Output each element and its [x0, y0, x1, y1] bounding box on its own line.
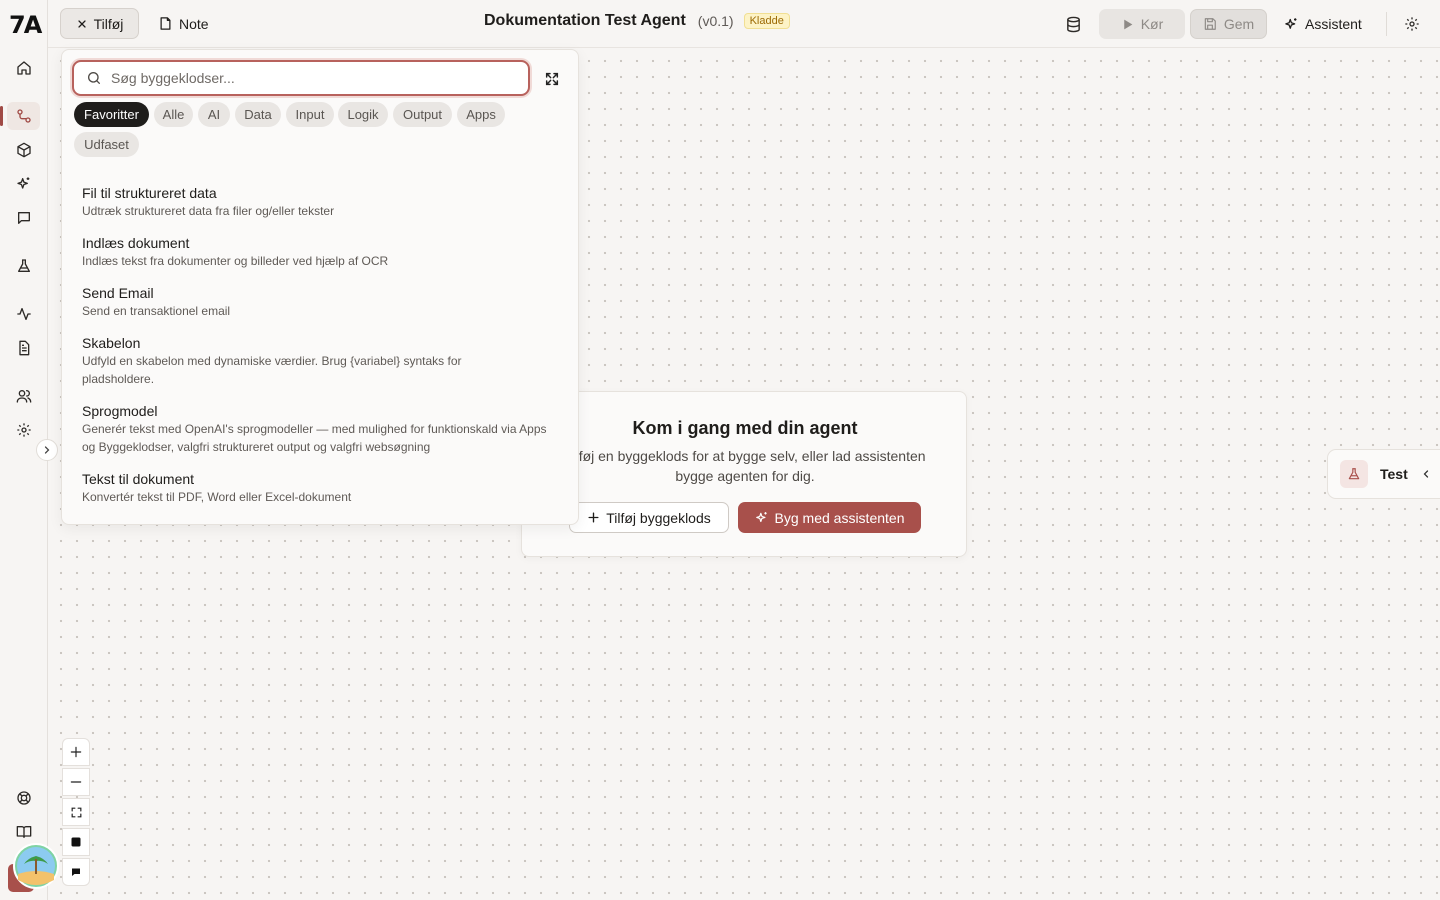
lock-button[interactable] [62, 828, 90, 856]
book-icon[interactable] [12, 820, 36, 844]
sparkles-icon [755, 511, 769, 525]
database-icon[interactable] [1061, 12, 1085, 36]
chat-icon[interactable] [12, 206, 36, 230]
flask-icon[interactable] [12, 254, 36, 278]
block-description: Konvertér tekst til PDF, Word eller Exce… [82, 490, 352, 504]
user-avatar[interactable] [8, 842, 60, 894]
expand-panel-icon[interactable] [542, 69, 562, 89]
version-label: (v0.1) [697, 13, 734, 29]
flask-icon [1340, 460, 1368, 488]
users-icon[interactable] [12, 384, 36, 408]
list-item[interactable]: Indlæs dokument Indlæs tekst fra dokumen… [82, 234, 562, 270]
top-bar: Tilføj Note Dokumentation Test Agent (v0… [48, 0, 1440, 48]
help-icon[interactable] [12, 786, 36, 810]
list-item[interactable]: Sprogmodel Generér tekst med OpenAI's sp… [82, 402, 562, 456]
page-title[interactable]: Dokumentation Test Agent [484, 12, 686, 30]
add-block-label: Tilføj byggeklods [606, 509, 711, 526]
note-button[interactable]: Note [152, 8, 215, 39]
assistant-button[interactable]: Assistent [1278, 9, 1368, 39]
test-panel-tab[interactable]: Test [1327, 449, 1440, 499]
test-label: Test [1380, 466, 1408, 482]
search-box[interactable] [72, 60, 530, 96]
filter-chip-data[interactable]: Data [235, 102, 281, 127]
block-title: Tekst til dokument [82, 471, 195, 487]
filter-chip-output[interactable]: Output [393, 102, 452, 127]
document-icon[interactable] [12, 336, 36, 360]
status-badge: Kladde [743, 13, 790, 29]
block-title: Send Email [82, 285, 154, 301]
zoom-in-button[interactable] [62, 738, 90, 766]
block-description: Generér tekst med OpenAI's sprogmodeller… [82, 422, 547, 454]
getting-started-description: Tilføj en byggeklods for at bygge selv, … [564, 448, 926, 484]
minimap-button[interactable] [62, 858, 90, 886]
chevron-left-icon [1420, 468, 1432, 480]
zoom-out-button[interactable] [62, 768, 90, 796]
plus-icon [587, 511, 600, 524]
cube-icon[interactable] [12, 138, 36, 162]
block-description: Udtræk struktureret data fra filer og/el… [82, 204, 335, 218]
agent-title: Dokumentation Test Agent (v0.1) Kladde [484, 12, 790, 30]
block-title: Skabelon [82, 335, 141, 351]
save-button[interactable]: Gem [1190, 9, 1267, 39]
search-icon [86, 70, 102, 86]
add-label: Tilføj [93, 15, 124, 32]
expand-sidebar-button[interactable] [36, 439, 58, 461]
block-search-panel: Favoritter Alle AI Data Input Logik Outp… [61, 49, 579, 525]
block-title: Fil til struktureret data [82, 185, 217, 201]
build-with-assistant-button[interactable]: Byg med assistenten [738, 502, 921, 533]
fit-view-button[interactable] [62, 798, 90, 826]
sparkles-icon[interactable] [12, 172, 36, 196]
note-icon [158, 16, 173, 31]
filter-chip-favoritter[interactable]: Favoritter [74, 102, 149, 127]
save-label: Gem [1223, 16, 1255, 32]
block-title: Indlæs dokument [82, 235, 190, 251]
sparkles-icon [1284, 17, 1299, 32]
list-item[interactable]: Skabelon Udfyld en skabelon med dynamisk… [82, 334, 562, 388]
play-icon [1121, 18, 1134, 31]
app-logo[interactable]: 7A [9, 12, 42, 38]
list-item[interactable]: Fil til struktureret data Udtræk struktu… [82, 184, 562, 220]
filter-chip-logik[interactable]: Logik [338, 102, 388, 127]
close-icon [76, 18, 88, 30]
run-label: Kør [1140, 16, 1164, 32]
filter-chip-udfaset[interactable]: Udfaset [74, 132, 139, 157]
block-description: Send en transaktionel email [82, 304, 231, 318]
block-title: Sprogmodel [82, 403, 158, 419]
block-description: Udfyld en skabelon med dynamiske værdier… [82, 354, 462, 386]
list-item[interactable]: Send Email Send en transaktionel email [82, 284, 562, 320]
settings-icon[interactable] [12, 418, 36, 442]
build-label: Byg med assistenten [774, 509, 905, 526]
workflow-icon[interactable] [0, 102, 40, 130]
activity-icon[interactable] [12, 302, 36, 326]
getting-started-card: Kom i gang med din agent Tilføj en bygge… [521, 391, 967, 557]
block-description: Indlæs tekst fra dokumenter og billeder … [82, 254, 389, 268]
run-button[interactable]: Kør [1099, 9, 1185, 39]
add-block-button[interactable]: Tilføj byggeklods [569, 502, 729, 533]
list-item[interactable]: Tekst til dokument Konvertér tekst til P… [82, 470, 562, 506]
filter-chip-alle[interactable]: Alle [154, 102, 193, 127]
getting-started-title: Kom i gang med din agent [632, 418, 858, 438]
filter-chip-ai[interactable]: AI [198, 102, 230, 127]
note-label: Note [179, 15, 209, 32]
home-icon[interactable] [12, 56, 36, 80]
add-toggle-button[interactable]: Tilføj [60, 8, 139, 39]
save-icon [1203, 17, 1217, 31]
gear-icon[interactable] [1400, 12, 1424, 36]
search-input[interactable] [111, 70, 511, 86]
filter-chip-apps[interactable]: Apps [457, 102, 505, 127]
filter-chip-input[interactable]: Input [286, 102, 334, 127]
assistant-label: Assistent [1305, 16, 1362, 32]
header-divider [1386, 12, 1387, 36]
